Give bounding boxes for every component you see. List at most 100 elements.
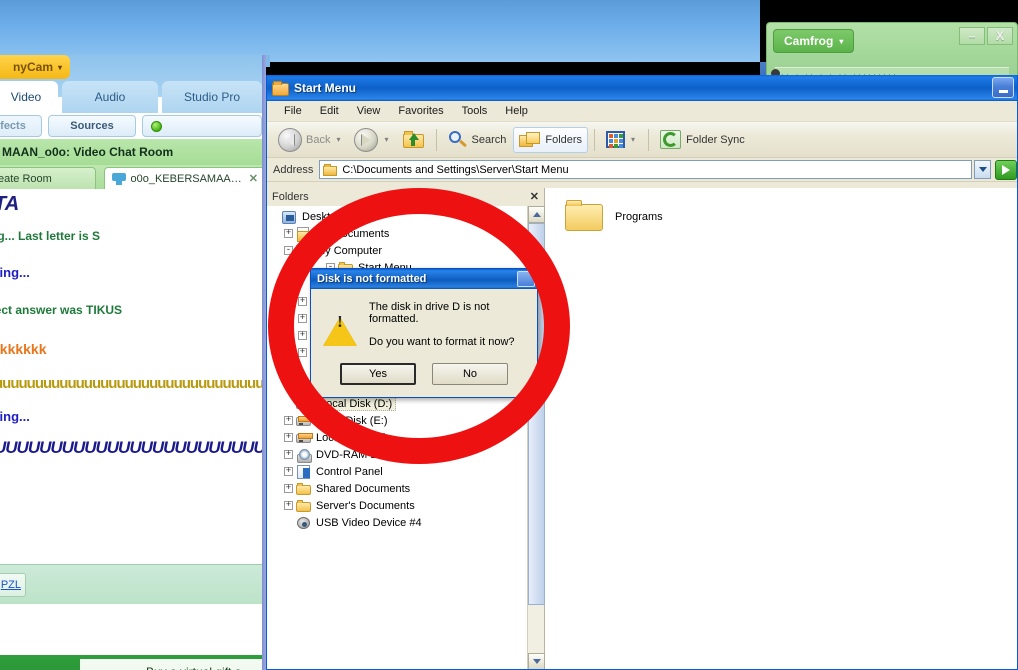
camfrog-minimize-button[interactable]: –	[959, 27, 985, 45]
gift-banner[interactable]: Buy a virtual gift a for your room and y…	[0, 655, 266, 670]
sources-button[interactable]: Sources	[48, 115, 136, 137]
tree-node-label: Local Disk (D:)	[316, 396, 397, 411]
menu-help[interactable]: Help	[496, 103, 537, 119]
tree-node[interactable]: Desktop	[267, 208, 525, 225]
folder-icon	[565, 200, 605, 233]
up-one-level-button[interactable]	[398, 127, 430, 152]
yes-button[interactable]: Yes	[340, 363, 416, 385]
address-bar[interactable]: Address C:\Documents and Settings\Server…	[267, 158, 1017, 182]
tab-studio-pro[interactable]: Studio Pro	[162, 81, 262, 113]
explorer-toolbar[interactable]: Back ▾ ▾ Search Folders ▾ Folder Sync	[267, 122, 1017, 158]
room-tabs[interactable]: eate Room o0o_KEBERSAMAA… ✕	[0, 165, 266, 189]
close-button[interactable]	[517, 271, 535, 287]
search-button[interactable]: Search	[443, 128, 512, 152]
tab-video[interactable]: Video	[0, 81, 58, 113]
explorer-minimize-button[interactable]	[992, 77, 1014, 98]
desktop-icon	[282, 210, 298, 224]
menu-edit[interactable]: Edit	[311, 103, 348, 119]
tree-node[interactable]: + Local Disk (F:)	[267, 429, 525, 446]
control-panel-icon	[296, 464, 312, 479]
camfrog-window[interactable]: Camfrog ▾ – X ·· · ·· · · ·· ·········	[766, 22, 1018, 82]
menu-view[interactable]: View	[348, 103, 390, 119]
explorer-titlebar[interactable]: Start Menu	[267, 75, 1017, 101]
back-label: Back	[306, 133, 331, 146]
chevron-down-icon[interactable]: ▾	[384, 135, 388, 144]
toolbar-separator	[648, 128, 650, 151]
create-room-tab[interactable]: eate Room	[0, 167, 96, 189]
status-button[interactable]	[142, 115, 262, 137]
chevron-down-icon[interactable]: ▾	[631, 135, 635, 144]
chat-input-area[interactable]	[0, 604, 262, 655]
chat-line: rect answer was TIKUS	[0, 303, 123, 317]
menu-favorites[interactable]: Favorites	[389, 103, 452, 119]
drive-icon	[296, 397, 312, 411]
tree-node[interactable]: + Shared Documents	[267, 480, 525, 497]
camfrog-close-button[interactable]: X	[987, 27, 1013, 45]
manycam-brand-button[interactable]: nyCam ▾	[0, 55, 70, 79]
close-icon[interactable]: ✕	[530, 191, 539, 203]
camfrog-menu-label: Camfrog	[784, 34, 834, 48]
expand-icon[interactable]: +	[298, 297, 307, 306]
tree-node[interactable]: + Control Panel	[267, 463, 525, 480]
chevron-down-icon[interactable]: ▾	[336, 135, 340, 144]
camfrog-menu-button[interactable]: Camfrog ▾	[773, 29, 855, 53]
tab-audio[interactable]: Audio	[62, 81, 158, 113]
dialog-body: The disk in drive D is not formatted. Do…	[311, 289, 537, 359]
list-item[interactable]: Programs	[565, 200, 715, 233]
scroll-down-button[interactable]	[528, 653, 545, 669]
expand-icon[interactable]: +	[284, 467, 293, 476]
search-icon	[448, 130, 468, 149]
folder-icon	[296, 499, 312, 513]
effects-button[interactable]: fects	[0, 115, 42, 137]
explorer-menubar[interactable]: File Edit View Favorites Tools Help	[267, 101, 1017, 122]
scroll-up-button[interactable]	[528, 206, 545, 223]
tree-node[interactable]: USB Video Device #4	[267, 514, 525, 531]
tree-node[interactable]: + DVD-RAM Drive (G:)	[267, 446, 525, 463]
go-button[interactable]	[995, 159, 1017, 180]
expand-icon[interactable]: +	[298, 382, 307, 391]
forward-button[interactable]: ▾	[349, 125, 395, 155]
expand-icon[interactable]: +	[284, 450, 293, 459]
address-input[interactable]: C:\Documents and Settings\Server\Start M…	[319, 160, 972, 179]
folders-button[interactable]: Folders	[513, 126, 589, 153]
dialog-title: Disk is not formatted	[317, 273, 427, 285]
folder-sync-button[interactable]: Folder Sync	[655, 127, 750, 153]
address-dropdown-button[interactable]	[974, 160, 991, 179]
back-button[interactable]: Back ▾	[273, 125, 347, 155]
expand-icon[interactable]: +	[298, 331, 307, 340]
go-arrow-icon	[1002, 164, 1010, 175]
up-folder-icon	[402, 130, 425, 149]
manycam-tabbar: nyCam ▾ Video Audio Studio Pro	[0, 55, 266, 113]
gift-banner-line1: Buy a virtual gift a	[146, 665, 266, 670]
expand-icon[interactable]: +	[284, 433, 293, 442]
manycam-tabs[interactable]: Video Audio Studio Pro	[0, 81, 266, 113]
expand-icon[interactable]: +	[284, 416, 293, 425]
dialog-buttons[interactable]: Yes No	[311, 363, 537, 385]
pzl-link-button[interactable]: PZL	[0, 573, 26, 597]
chat-line: kkkkkkk	[0, 341, 47, 357]
expand-icon[interactable]: +	[298, 314, 307, 323]
no-button[interactable]: No	[432, 363, 508, 385]
disk-not-formatted-dialog[interactable]: Disk is not formatted The disk in drive …	[310, 268, 538, 398]
tree-node[interactable]: + Server's Documents	[267, 497, 525, 514]
expand-icon[interactable]: +	[284, 484, 293, 493]
room-tab-active[interactable]: o0o_KEBERSAMAA… ✕	[103, 167, 266, 189]
camfrog-window-controls[interactable]: – X	[959, 27, 1013, 45]
menu-tools[interactable]: Tools	[453, 103, 497, 119]
tree-node[interactable]: + Local Disk (E:)	[267, 412, 525, 429]
menu-file[interactable]: File	[275, 103, 311, 119]
tree-node[interactable]: + My Documents	[267, 225, 525, 242]
file-list-pane[interactable]: Programs	[545, 188, 1017, 669]
explorer-window-controls[interactable]	[992, 77, 1014, 98]
warning-triangle-icon	[323, 305, 357, 346]
close-icon[interactable]: ✕	[249, 172, 258, 185]
collapse-icon[interactable]: -	[284, 246, 293, 255]
tree-node[interactable]: - My Computer	[267, 242, 525, 259]
expand-icon[interactable]: +	[284, 229, 293, 238]
views-button[interactable]: ▾	[601, 128, 642, 151]
expand-icon[interactable]: +	[284, 501, 293, 510]
dialog-message-line1: The disk in drive D is not formatted.	[369, 301, 490, 325]
chat-messages[interactable]: TA ng... Last letter is S ining... rect …	[0, 189, 262, 564]
views-icon	[606, 131, 626, 148]
expand-icon[interactable]: +	[298, 348, 307, 357]
